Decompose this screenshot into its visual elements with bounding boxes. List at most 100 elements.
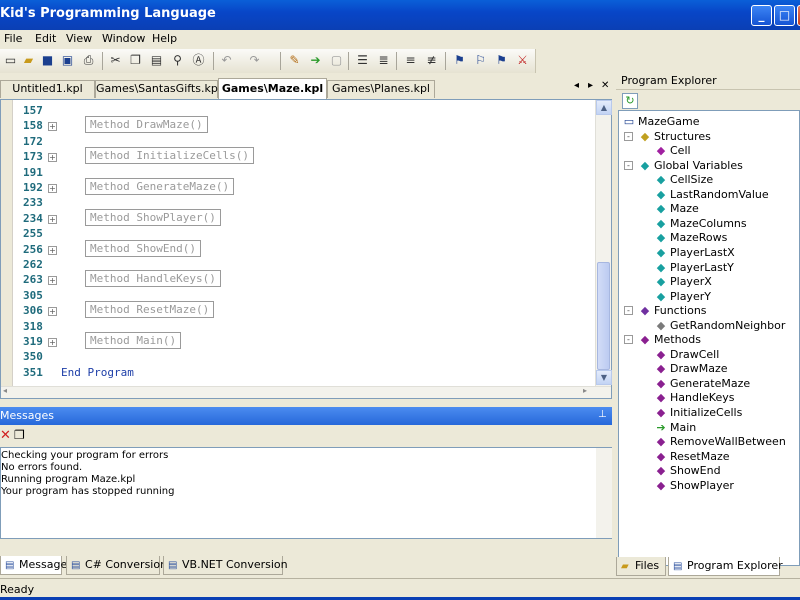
code-editor[interactable]: 157 158 + Method DrawMaze() 172 173 + Method In… [0,99,612,399]
clear-messages-icon[interactable]: ✕ [0,428,11,443]
tree-variable-item-icon: ◆ [656,187,666,201]
code-line: 319 + Method Main() [1,332,591,351]
collapsed-method[interactable]: Method ResetMaze() [85,301,215,319]
expand-icon[interactable]: + [48,307,57,317]
messages-title: Messages [0,409,54,422]
tab-next-icon[interactable]: ▸ [588,80,593,91]
redo-icon[interactable]: ↷ [246,52,263,69]
tree-variable-item-icon: ◆ [656,231,666,245]
bookmark-prev-icon[interactable]: ⚑ [493,52,510,69]
minimize-button[interactable]: _ [751,5,772,26]
tab-untitled1[interactable]: Untitled1.kpl [0,80,95,98]
check-icon[interactable]: ✎ [286,52,303,69]
scroll-up-icon[interactable]: ▲ [596,100,612,115]
code-line: 234 + Method ShowPlayer() [1,208,591,228]
tab-label: Files [635,559,660,572]
menu-view[interactable]: View [66,32,92,45]
save-all-icon[interactable]: ▣ [59,52,76,69]
comment-icon[interactable]: ≡ [402,52,419,69]
tree-label: LastRandomValue [670,187,769,201]
line-number: 351 [23,365,43,379]
collapsed-method[interactable]: Method DrawMaze() [85,116,208,134]
collapsed-method[interactable]: Method GenerateMaze() [85,178,235,195]
uncomment-icon[interactable]: ≢ [423,52,440,69]
maximize-button[interactable]: □ [774,5,795,26]
outdent-icon[interactable]: ≣ [375,52,392,69]
expand-icon[interactable]: + [48,214,57,224]
bookmark-icon[interactable]: ⚑ [451,52,468,69]
tree-structure-item-icon: ◆ [656,144,666,158]
messages-scrollbar[interactable] [596,448,612,538]
tab-program-explorer[interactable]: ▤ Program Explorer [668,557,783,576]
tab-messages[interactable]: ▤ Messages [0,556,73,575]
tab-files[interactable]: ▰ Files [616,557,666,576]
collapse-icon[interactable]: - [624,335,633,345]
collapse-icon[interactable]: - [624,160,633,170]
scroll-thumb[interactable] [597,262,610,370]
tree-method-item-icon: ◆ [656,391,666,405]
tree-structures-icon: ◆ [640,129,650,143]
menu-edit[interactable]: Edit [35,32,56,45]
expand-icon[interactable]: + [48,245,57,255]
tab-label: C# Conversion [85,558,168,571]
scroll-left-icon[interactable]: ◂ [3,386,7,395]
collapsed-method[interactable]: Method ShowEnd() [85,239,201,257]
tree-label: PlayerX [670,275,712,289]
find-icon[interactable]: ⚲ [169,52,186,69]
tab-santasgifts[interactable]: Games\SantasGifts.kpl [95,80,221,98]
expand-icon[interactable]: + [48,338,57,347]
line-number: 172 [23,134,43,148]
editor-horizontal-scrollbar[interactable]: ◂ ▸ [1,386,611,398]
menu-file[interactable]: File [4,32,22,45]
new-icon[interactable]: ▭ [2,52,19,69]
pin-icon[interactable]: ⊥ [598,409,607,420]
open-icon[interactable]: ▰ [20,52,37,69]
undo-icon[interactable]: ↶ [218,52,235,69]
tree-label: Maze [670,202,699,216]
copy-icon[interactable]: ❐ [127,52,144,69]
bookmark-clear-icon[interactable]: ⚔ [514,52,531,69]
tab-prev-icon[interactable]: ◂ [574,80,579,91]
bookmark-next-icon[interactable]: ⚐ [472,52,489,69]
collapsed-method[interactable]: Method HandleKeys() [85,270,221,288]
collapsed-method[interactable]: Method Main() [85,332,182,349]
refresh-icon[interactable]: ↻ [622,93,638,109]
print-icon[interactable]: ⎙ [80,52,97,69]
collapse-icon[interactable]: - [624,306,633,316]
editor-vertical-scrollbar[interactable]: ▲ ▼ [595,100,612,386]
tree-method-item-icon: ◆ [656,478,666,492]
line-number: 192 [23,181,43,194]
tree-label: PlayerLastY [670,260,734,274]
menu-window[interactable]: Window [102,32,145,45]
vbnet-tab-icon: ▤ [168,560,178,571]
save-icon[interactable]: ■ [39,52,56,69]
indent-icon[interactable]: ☰ [354,52,371,69]
cut-icon[interactable]: ✂ [107,52,124,69]
scroll-right-icon[interactable]: ▸ [583,386,587,395]
stop-icon[interactable]: ▢ [328,52,345,69]
tab-close-icon[interactable]: ✕ [601,80,609,91]
scroll-down-icon[interactable]: ▼ [596,370,612,385]
tab-maze[interactable]: Games\Maze.kpl [218,78,327,99]
menu-help[interactable]: Help [152,32,177,45]
expand-icon[interactable]: + [48,122,57,132]
tree-label: Cell [670,144,691,158]
paste-icon[interactable]: ▤ [148,52,165,69]
expand-icon[interactable]: + [48,184,57,193]
replace-icon[interactable]: Ⓐ [190,52,207,69]
copy-messages-icon[interactable]: ❐ [14,428,25,442]
tree-label: GetRandomNeighbor [670,318,786,332]
code-line: 351 End Program [1,366,591,382]
tab-vbnet-conversion[interactable]: ▤ VB.NET Conversion [163,556,288,575]
collapse-icon[interactable]: - [624,131,633,141]
tab-planes[interactable]: Games\Planes.kpl [327,80,435,98]
expand-icon[interactable]: + [48,276,57,286]
collapsed-method[interactable]: Method InitializeCells() [85,147,254,165]
expand-icon[interactable]: + [48,153,57,163]
tree-function-item-icon: ◆ [656,318,666,332]
tab-csharp-conversion[interactable]: ▤ C# Conversion [66,556,167,575]
run-icon[interactable]: ➔ [307,52,324,69]
collapsed-method[interactable]: Method ShowPlayer() [85,208,221,226]
message-line: Your program has stopped running [1,486,175,497]
line-number: 158 [23,119,43,133]
